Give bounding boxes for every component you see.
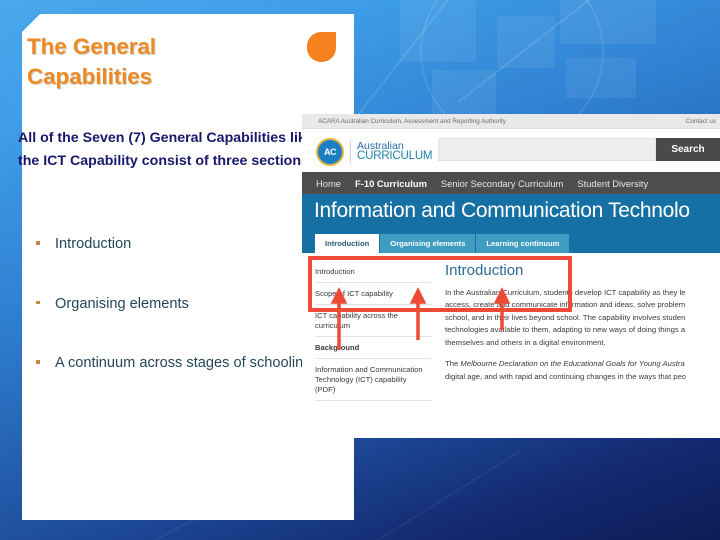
nav-item-senior-secondary-curriculum[interactable]: Senior Secondary Curriculum xyxy=(441,178,563,189)
ac-badge-icon: AC xyxy=(316,138,344,166)
capability-title: Information and Communication Technolo xyxy=(314,199,690,222)
sidebar-item[interactable]: Scope of ICT capability xyxy=(315,283,431,306)
logo-divider xyxy=(350,141,351,163)
paragraph-line: In the Australian Curriculum, students d… xyxy=(445,288,686,297)
paragraph-line: The Melbourne Declaration on the Educati… xyxy=(445,359,685,369)
paragraph-line: technologies available to them, adapting… xyxy=(445,325,686,335)
accent-shape-icon xyxy=(307,32,336,62)
brand-bar: AC Australian CURRICULUM Search xyxy=(302,129,720,172)
paragraph-line: school, and in their lives beyond school… xyxy=(445,312,686,322)
tab-introduction[interactable]: Introduction xyxy=(315,234,380,253)
utility-bar: ACARA Australian Curriculum, Assessment … xyxy=(302,114,720,129)
tab-learning-continuum[interactable]: Learning continuum xyxy=(476,234,570,253)
page-title: The General Capabilities xyxy=(27,32,297,92)
contact-us-link[interactable]: Contact us xyxy=(686,118,716,125)
sections-list: Introduction Organising elements A continu… xyxy=(14,233,334,412)
list-item-label: A continuum across stages of schooling xyxy=(55,355,312,372)
sidebar-item[interactable]: ICT capability across the curriculum xyxy=(315,305,431,338)
paragraph-line: themselves and others in a digital envir… xyxy=(445,337,606,347)
tab-organising-elements[interactable]: Organising elements xyxy=(380,234,476,253)
hero-banner: Information and Communication Technolo I… xyxy=(302,194,720,253)
section-sidebar: Introduction Scope of ICT capability ICT c… xyxy=(302,253,431,438)
list-item: Organising elements xyxy=(14,293,334,316)
bullet-marker-icon xyxy=(36,360,40,364)
paragraph-line: access, create and communicate informati… xyxy=(445,300,686,310)
slide-canvas: The General Capabilities All of the Seven… xyxy=(0,0,720,540)
content-paragraph-1: In the Australian Curriculum, students d… xyxy=(445,287,720,349)
bullet-marker-icon xyxy=(36,241,40,245)
paragraph-line: digital age, and with rapid and continui… xyxy=(445,371,687,381)
logo-line-2: CURRICULUM xyxy=(357,150,433,163)
section-content: Introduction In the Australian Curriculu… xyxy=(431,253,720,438)
list-item-label: Organising elements xyxy=(55,295,189,312)
list-item: Introduction xyxy=(14,233,334,256)
search-button[interactable]: Search xyxy=(656,138,720,161)
content-heading: Introduction xyxy=(445,262,524,279)
bullet-marker-icon xyxy=(36,300,40,305)
page-body: Introduction Scope of ICT capability ICT c… xyxy=(302,253,720,438)
lead-paragraph: All of the Seven (7) General Capabilitie… xyxy=(18,130,314,169)
capability-tabs: Introduction Organising elements Learning … xyxy=(315,234,570,253)
nav-item-home[interactable]: Home xyxy=(316,178,341,189)
main-navigation: Home F-10 Curriculum Senior Secondary Curr… xyxy=(302,172,720,194)
sidebar-item[interactable]: Background xyxy=(315,337,431,360)
content-paragraph-2: The Melbourne Declaration on the Educati… xyxy=(445,358,720,383)
list-item: A continuum across stages of schooling xyxy=(14,352,334,375)
nav-item-student-diversity[interactable]: Student Diversity xyxy=(577,178,648,189)
search-area: Search xyxy=(438,138,720,161)
sidebar-item[interactable]: Introduction xyxy=(315,261,431,284)
authority-label: ACARA Australian Curriculum, Assessment … xyxy=(318,117,506,125)
page-title-line: Capabilities xyxy=(27,63,153,89)
australian-curriculum-logo[interactable]: AC Australian CURRICULUM xyxy=(316,138,433,166)
nav-item-f-10-curriculum[interactable]: F-10 Curriculum xyxy=(355,178,427,189)
search-input[interactable] xyxy=(438,138,656,161)
sidebar-item[interactable]: Information and Communication Technology… xyxy=(315,359,431,402)
logo-wordmark: Australian CURRICULUM xyxy=(357,141,433,163)
list-item-label: Introduction xyxy=(55,236,132,252)
page-title-line: The General xyxy=(27,34,156,59)
embedded-browser-screenshot: ACARA Australian Curriculum, Assessment … xyxy=(302,114,720,438)
